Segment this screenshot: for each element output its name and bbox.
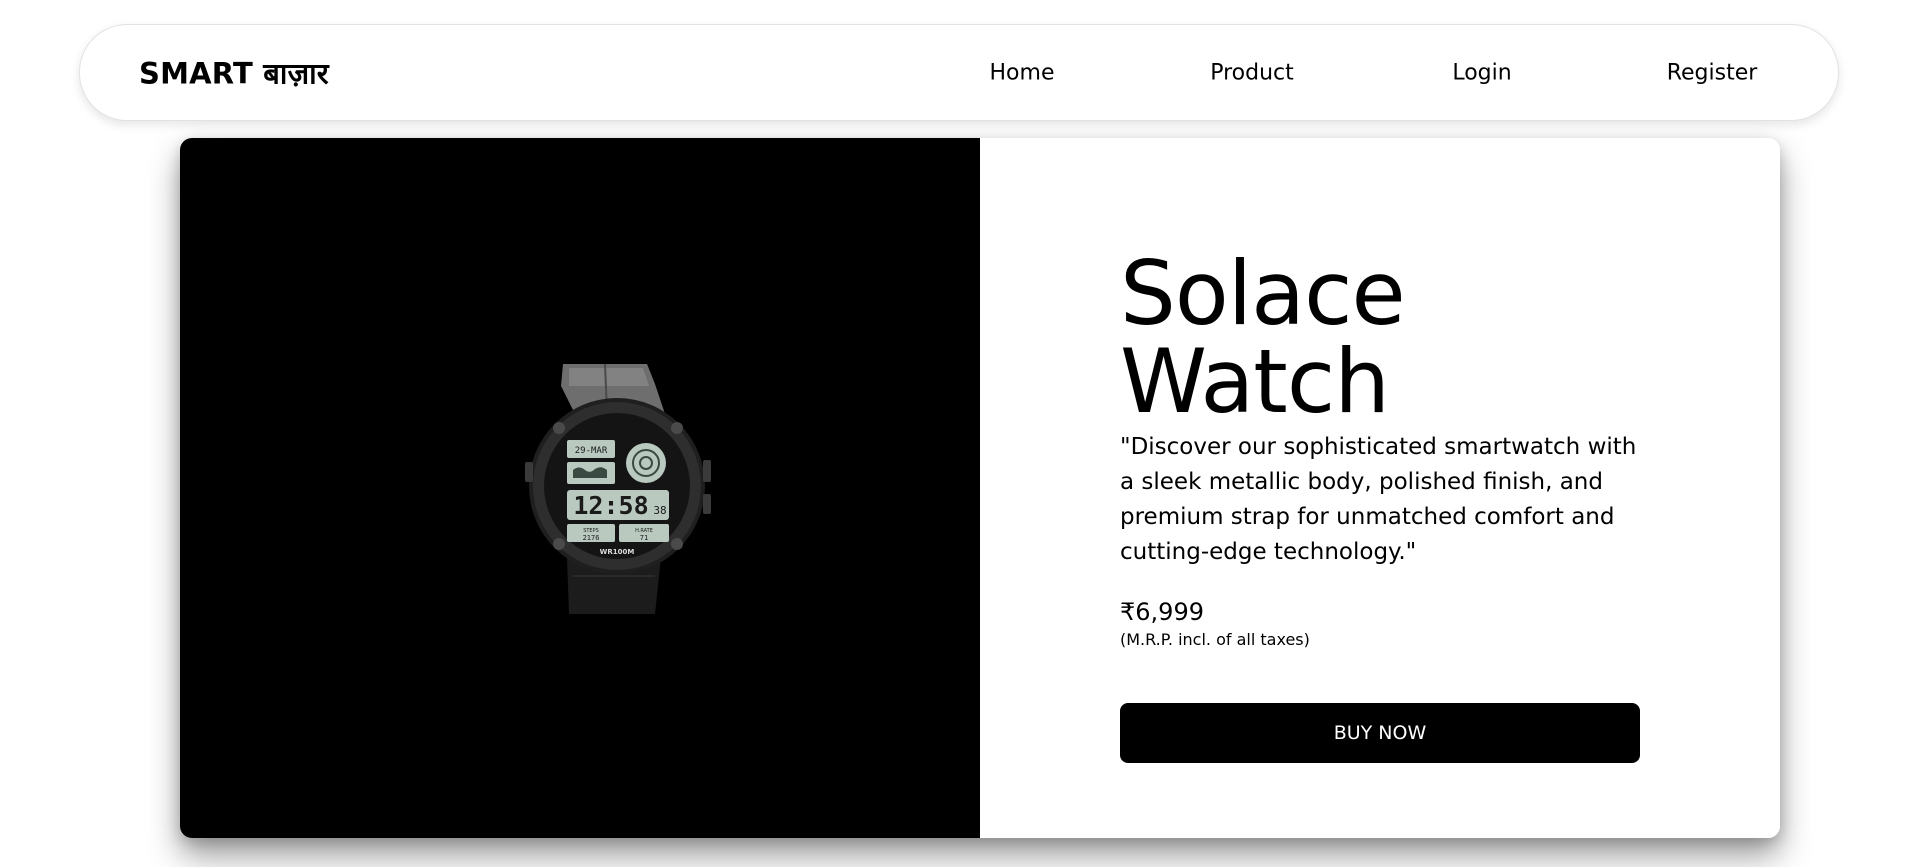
product-title-line-1: Solace <box>1120 242 1406 345</box>
product-card: 29-MAR 12:58 38 STEPS 2176 H.RATE 71 WR1… <box>180 138 1780 838</box>
watch-steps-value: 2176 <box>583 534 600 542</box>
buy-now-button[interactable]: BUY NOW <box>1120 703 1640 763</box>
nav-link-register[interactable]: Register <box>1667 60 1758 85</box>
product-title-line-2: Watch <box>1120 330 1390 433</box>
nav-link-home[interactable]: Home <box>990 60 1055 85</box>
price-tax-note: (M.R.P. incl. of all taxes) <box>1120 630 1310 649</box>
product-price: ₹6,999 <box>1120 598 1204 626</box>
nav-link-product[interactable]: Product <box>1210 60 1294 85</box>
product-image-panel: 29-MAR 12:58 38 STEPS 2176 H.RATE 71 WR1… <box>180 138 980 838</box>
watch-brand-text: WR100M <box>600 548 635 556</box>
watch-seconds-text: 38 <box>653 504 666 517</box>
watch-image: 29-MAR 12:58 38 STEPS 2176 H.RATE 71 WR1… <box>525 363 711 614</box>
brand-logo[interactable]: SMART बाज़ार <box>139 53 329 92</box>
product-info-panel: Solace Watch "Discover our sophisticated… <box>980 138 1780 838</box>
product-description: "Discover our sophisticated smartwatch w… <box>1120 434 1637 565</box>
watch-time-text: 12:58 <box>573 491 648 520</box>
watch-date-text: 29-MAR <box>575 446 608 456</box>
watch-hrate-value: 71 <box>640 534 648 542</box>
navbar: SMART बाज़ार Home Product Login Register <box>79 24 1839 121</box>
nav-link-login[interactable]: Login <box>1452 60 1511 85</box>
